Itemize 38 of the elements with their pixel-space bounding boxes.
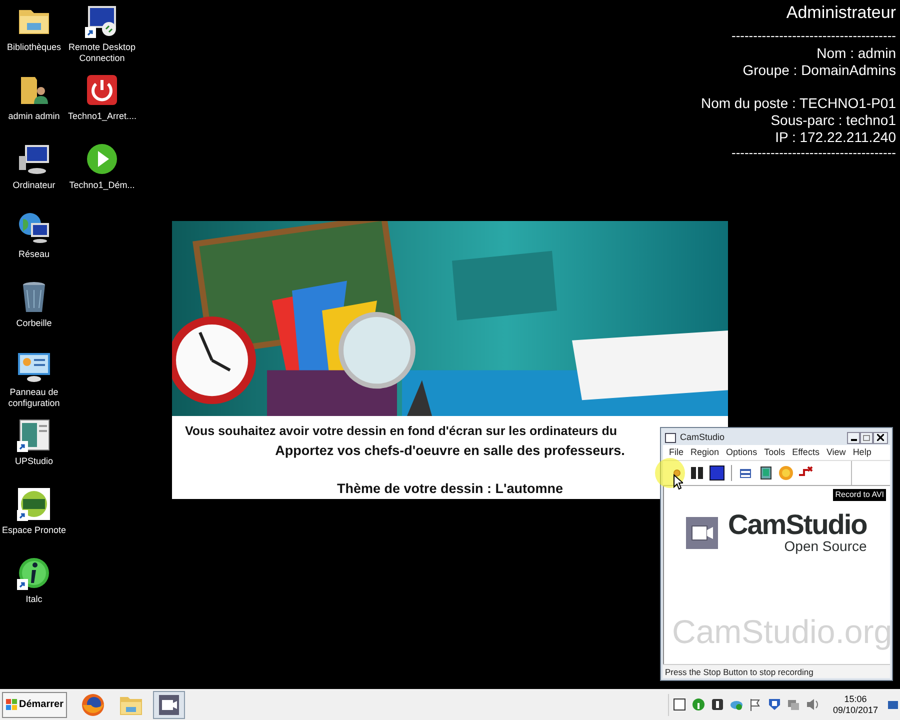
- icon-label: Remote Desktop Connection: [68, 42, 136, 64]
- icon-label: Bibliothèques: [6, 42, 62, 53]
- window-title: CamStudio: [680, 430, 726, 444]
- status-bar: Press the Stop Button to stop recording: [663, 664, 890, 678]
- tooltip: Record to AVI: [833, 489, 886, 501]
- menu-item[interactable]: Help: [852, 446, 872, 460]
- icon-label: Techno1_Arret....: [68, 111, 136, 122]
- info-line: Nom : admin: [816, 45, 896, 62]
- start-button[interactable]: Démarrer: [2, 692, 68, 718]
- menu-item[interactable]: Region: [690, 446, 720, 460]
- announcement-text: Apportez vos chefs-d'oeuvre en salle des professeurs.: [275, 442, 625, 460]
- info-line: Nom du poste : TECHNO1-P01: [700, 95, 896, 112]
- menu-item[interactable]: Tools: [764, 446, 786, 460]
- dashed-rule: --------------------------------------: [731, 146, 896, 160]
- icon-label: admin admin: [7, 111, 61, 122]
- icon-label: Techno1_Dém...: [68, 180, 136, 191]
- icon-label: Réseau: [17, 249, 51, 260]
- icon-label: Ordinateur: [12, 180, 56, 191]
- info-line: IP : 172.22.211.240: [775, 129, 896, 146]
- logo-title: CamStudio: [728, 511, 867, 539]
- icon-label: Panneau de configuration: [7, 387, 61, 409]
- clock-date: 09/10/2017: [832, 704, 878, 716]
- clock-time: 15:06: [844, 694, 867, 704]
- menu-item[interactable]: Effects: [792, 446, 820, 460]
- icon-label: Italc: [24, 594, 44, 605]
- user-role-title: Administrateur: [786, 3, 896, 23]
- icon-label: Espace Pronote: [0, 525, 68, 536]
- logo-subtitle: Open Source: [784, 539, 867, 554]
- dashed-rule: --------------------------------------: [731, 29, 896, 43]
- menu-item[interactable]: Options: [726, 446, 758, 460]
- announcement-text: Vous souhaitez avoir votre dessin en fond d'écran sur les ordinateurs du: [185, 423, 618, 440]
- info-line: Groupe : DomainAdmins: [742, 62, 896, 79]
- icon-label: UPStudio: [14, 456, 54, 467]
- menu-item[interactable]: View: [826, 446, 846, 460]
- announcement-text: Thème de votre dessin : L'automne: [336, 480, 563, 498]
- info-line: Sous-parc : techno1: [770, 112, 896, 129]
- icon-label: Corbeille: [15, 318, 53, 329]
- menu-item[interactable]: File: [669, 446, 684, 460]
